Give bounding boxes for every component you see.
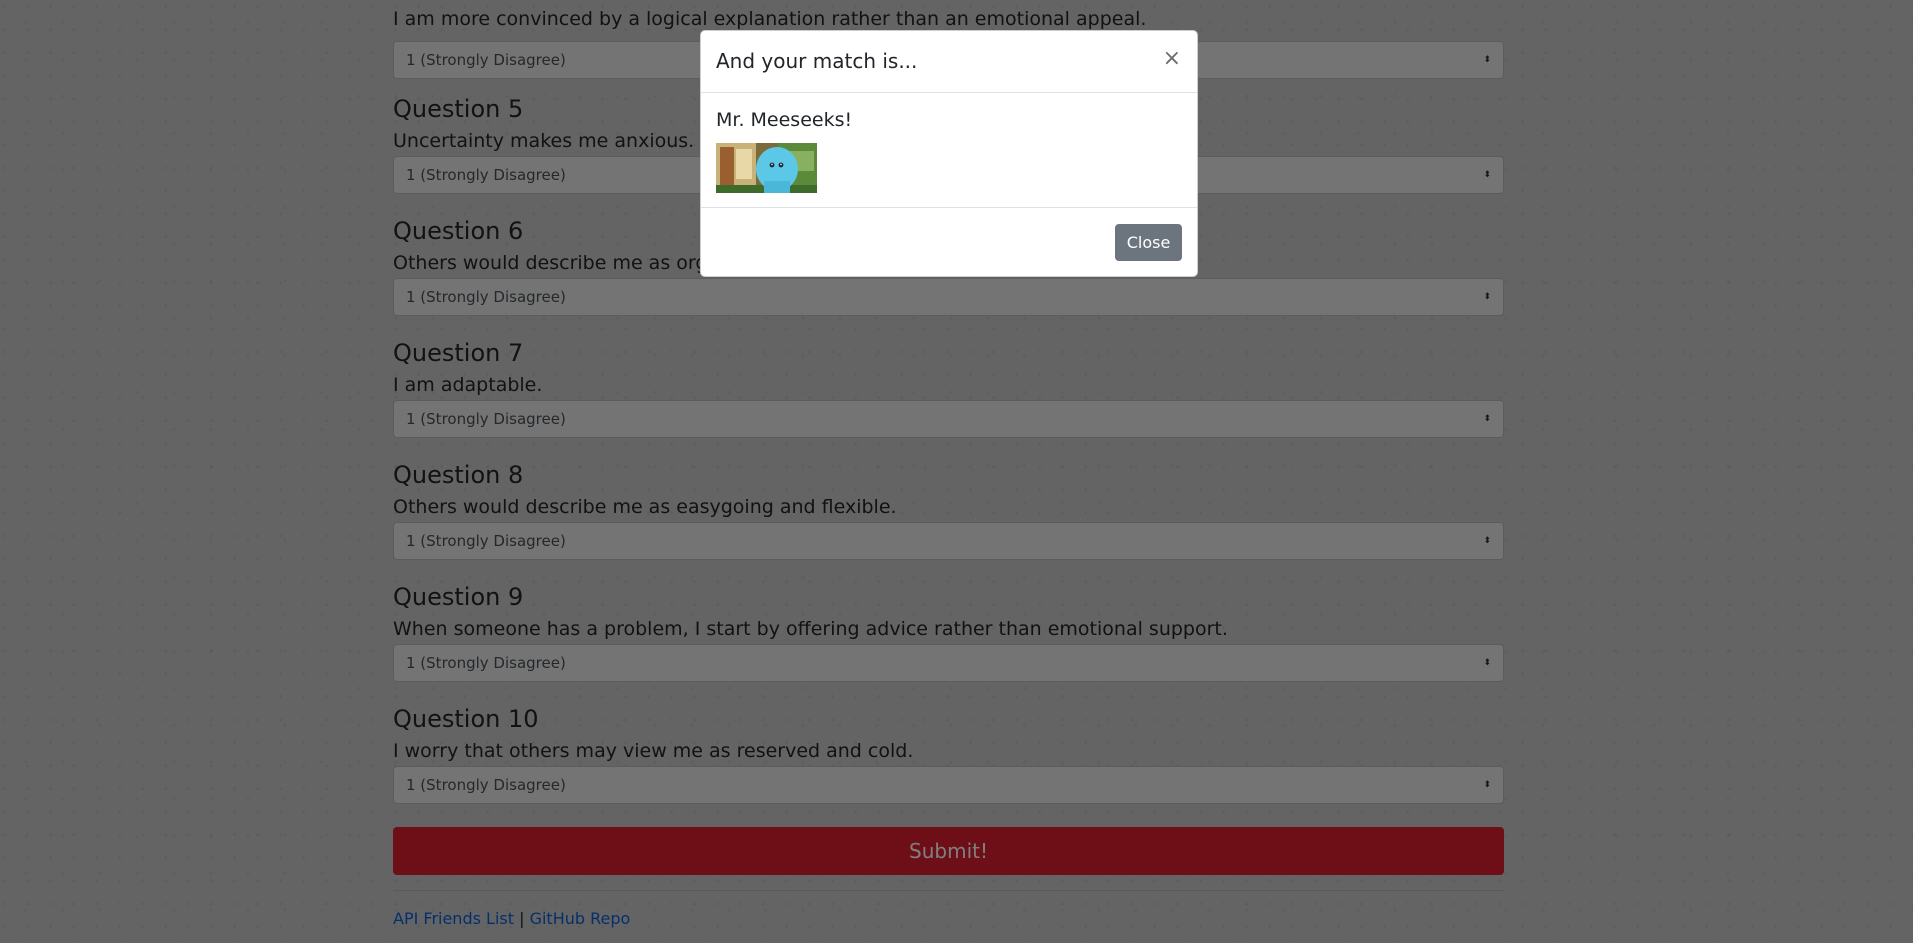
modal-title: And your match is... — [716, 49, 918, 73]
match-modal: And your match is... × Mr. Meeseeks! Clo… — [700, 30, 1198, 277]
modal-body: Mr. Meeseeks! — [701, 93, 1197, 208]
modal-footer: Close — [701, 208, 1197, 276]
match-image — [716, 143, 817, 193]
match-name: Mr. Meeseeks! — [716, 109, 853, 131]
close-button[interactable]: Close — [1115, 224, 1182, 261]
close-icon[interactable]: × — [1163, 45, 1181, 73]
modal-header: And your match is... × — [701, 31, 1197, 93]
